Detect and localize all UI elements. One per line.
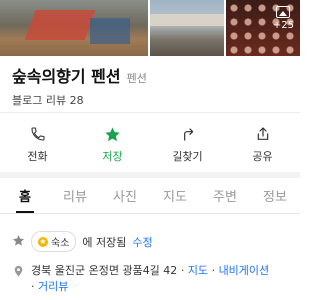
- place-title: 숲속의향기 펜션: [12, 67, 121, 86]
- tab-bar: 홈 리뷰 사진 지도 주변 정보: [0, 186, 300, 210]
- divider: [0, 112, 300, 113]
- share-icon: [225, 124, 300, 144]
- directions-label: 길찾기: [172, 150, 203, 163]
- share-label: 공유: [252, 150, 273, 163]
- photo-1[interactable]: [0, 0, 148, 56]
- address-row: 경북 울진군 온정면 광품4길 42 · 지도 · 내비게이션 · 거리뷰: [12, 263, 297, 295]
- saved-list-chip[interactable]: ★ 숙소: [31, 231, 77, 252]
- navigation-link[interactable]: 내비게이션: [219, 264, 270, 277]
- tab-border: [0, 213, 300, 214]
- share-button[interactable]: 공유: [225, 124, 300, 164]
- photo-3[interactable]: +25: [226, 0, 300, 56]
- saved-star-icon: [12, 234, 25, 250]
- photo-2[interactable]: naver: [150, 0, 224, 56]
- tab-photo[interactable]: 사진: [100, 186, 150, 210]
- star-icon: [75, 124, 150, 144]
- call-label: 전화: [27, 150, 48, 163]
- save-label: 저장: [102, 150, 123, 163]
- place-category: 펜션: [126, 72, 147, 85]
- blog-review-link[interactable]: 블로그 리뷰 28: [12, 92, 84, 108]
- tab-home[interactable]: 홈: [0, 186, 50, 210]
- section-gap: [0, 172, 300, 178]
- phone-icon: [0, 124, 75, 144]
- map-link[interactable]: 지도: [188, 264, 208, 277]
- tab-info[interactable]: 정보: [250, 186, 300, 210]
- edit-saved-link[interactable]: 수정: [132, 234, 152, 250]
- address-sep: ·: [31, 280, 38, 293]
- call-button[interactable]: 전화: [0, 124, 75, 164]
- photo-gallery[interactable]: naver +25: [0, 0, 300, 56]
- more-photos-button[interactable]: +25: [273, 6, 294, 31]
- directions-button[interactable]: 길찾기: [150, 124, 225, 164]
- location-pin-icon: [12, 264, 25, 281]
- saved-text: 에 저장됨: [82, 235, 127, 249]
- saved-status-row: ★ 숙소 에 저장됨 수정: [12, 231, 153, 252]
- save-button[interactable]: 저장: [75, 124, 150, 164]
- tab-nearby[interactable]: 주변: [200, 186, 250, 210]
- more-photos-count: +25: [272, 20, 294, 31]
- list-dot-icon: ★: [38, 236, 48, 247]
- action-bar: 전화 저장 길찾기 공유: [0, 124, 300, 164]
- address-sep: ·: [211, 264, 219, 277]
- address-sep: ·: [180, 264, 188, 277]
- directions-icon: [150, 124, 225, 144]
- tab-review[interactable]: 리뷰: [50, 186, 100, 210]
- title-row: 숲속의향기 펜션 펜션: [12, 63, 147, 87]
- street-view-link[interactable]: 거리뷰: [38, 280, 68, 293]
- saved-list-name: 숙소: [51, 238, 70, 249]
- address-text: 경북 울진군 온정면 광품4길 42: [31, 264, 178, 277]
- address-block: 경북 울진군 온정면 광품4길 42 · 지도 · 내비게이션 · 거리뷰: [31, 263, 269, 295]
- tab-map[interactable]: 지도: [150, 186, 200, 210]
- image-icon: [276, 6, 291, 18]
